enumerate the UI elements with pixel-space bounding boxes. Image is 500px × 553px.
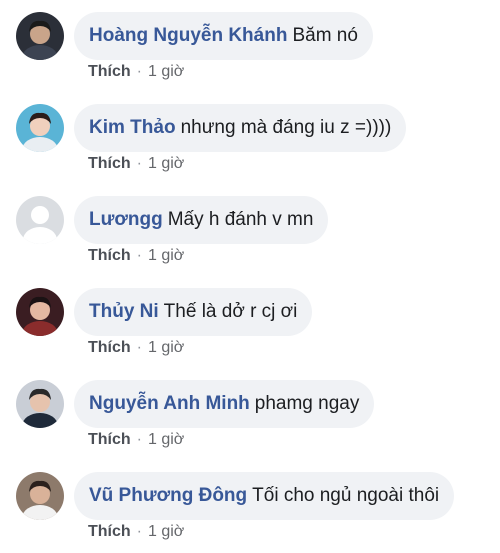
comment-bubble: Kim Thảo nhưng mà đáng iu z =)))) [74,104,407,152]
comment-actions: Thích · 1 giờ [88,63,184,81]
comment-text: Thế là dở r cj ơi [163,301,298,322]
like-button[interactable]: Thích [88,431,131,449]
comment-item: Thủy Ni Thế là dở r cj ơi Thích · 1 giờ [0,276,500,368]
comment-author-link[interactable]: Vũ Phương Đông [89,485,247,507]
separator-dot: · [136,339,142,356]
like-button[interactable]: Thích [88,155,131,173]
comment-author-link[interactable]: Kim Thảo [89,117,176,139]
like-button[interactable]: Thích [88,523,131,541]
like-button[interactable]: Thích [88,63,131,81]
comment-item: Hoàng Nguyễn Khánh Băm nó Thích · 1 giờ [0,0,500,92]
comment-actions: Thích · 1 giờ [88,523,184,541]
comment-actions: Thích · 1 giờ [88,247,184,265]
comment-text: Băm nó [292,25,358,46]
comment-bubble: Vũ Phương Đông Tối cho ngủ ngoài thôi [74,472,455,520]
comment-author-link[interactable]: Nguyễn Anh Minh [89,393,250,415]
comment-bubble: Hoàng Nguyễn Khánh Băm nó [74,12,373,60]
comment-bubble: Thủy Ni Thế là dở r cj ơi [74,288,313,336]
comment-item: Lươngg Mấy h đánh v mn Thích · 1 giờ [0,184,500,276]
comment-timestamp[interactable]: 1 giờ [148,247,184,265]
separator-dot: · [136,155,142,172]
comment-timestamp[interactable]: 1 giờ [148,339,184,357]
separator-dot: · [136,431,142,448]
separator-dot: · [136,523,142,540]
comment-text: phamg ngay [254,393,360,414]
separator-dot: · [136,63,142,80]
comment-actions: Thích · 1 giờ [88,339,184,357]
comment-author-link[interactable]: Hoàng Nguyễn Khánh [89,25,287,47]
comment-timestamp[interactable]: 1 giờ [148,431,184,449]
comment-item: Kim Thảo nhưng mà đáng iu z =)))) Thích · 1 … [0,92,500,184]
comment-timestamp[interactable]: 1 giờ [148,523,184,541]
comment-bubble: Lươngg Mấy h đánh v mn [74,196,329,244]
comment-list: Hoàng Nguyễn Khánh Băm nó Thích · 1 giờ Kim … [0,0,500,553]
avatar[interactable] [16,104,64,152]
avatar[interactable] [16,288,64,336]
avatar[interactable] [16,12,64,60]
comment-text: Mấy h đánh v mn [167,209,314,230]
comment-item: Vũ Phương Đông Tối cho ngủ ngoài thôi Thíc… [0,460,500,552]
comment-bubble: Nguyễn Anh Minh phamg ngay [74,380,375,428]
comment-author-link[interactable]: Lươngg [89,209,163,231]
comment-author-link[interactable]: Thủy Ni [89,301,159,323]
like-button[interactable]: Thích [88,339,131,357]
comment-item: Nguyễn Anh Minh phamg ngay Thích · 1 giờ [0,368,500,460]
comment-timestamp[interactable]: 1 giờ [148,63,184,81]
like-button[interactable]: Thích [88,247,131,265]
separator-dot: · [136,247,142,264]
comment-actions: Thích · 1 giờ [88,155,184,173]
default-avatar-icon[interactable] [16,196,64,244]
comment-text: Tối cho ngủ ngoài thôi [252,485,440,506]
avatar[interactable] [16,472,64,520]
avatar[interactable] [16,380,64,428]
comment-actions: Thích · 1 giờ [88,431,184,449]
comment-text: nhưng mà đáng iu z =)))) [180,117,392,138]
comment-timestamp[interactable]: 1 giờ [148,155,184,173]
